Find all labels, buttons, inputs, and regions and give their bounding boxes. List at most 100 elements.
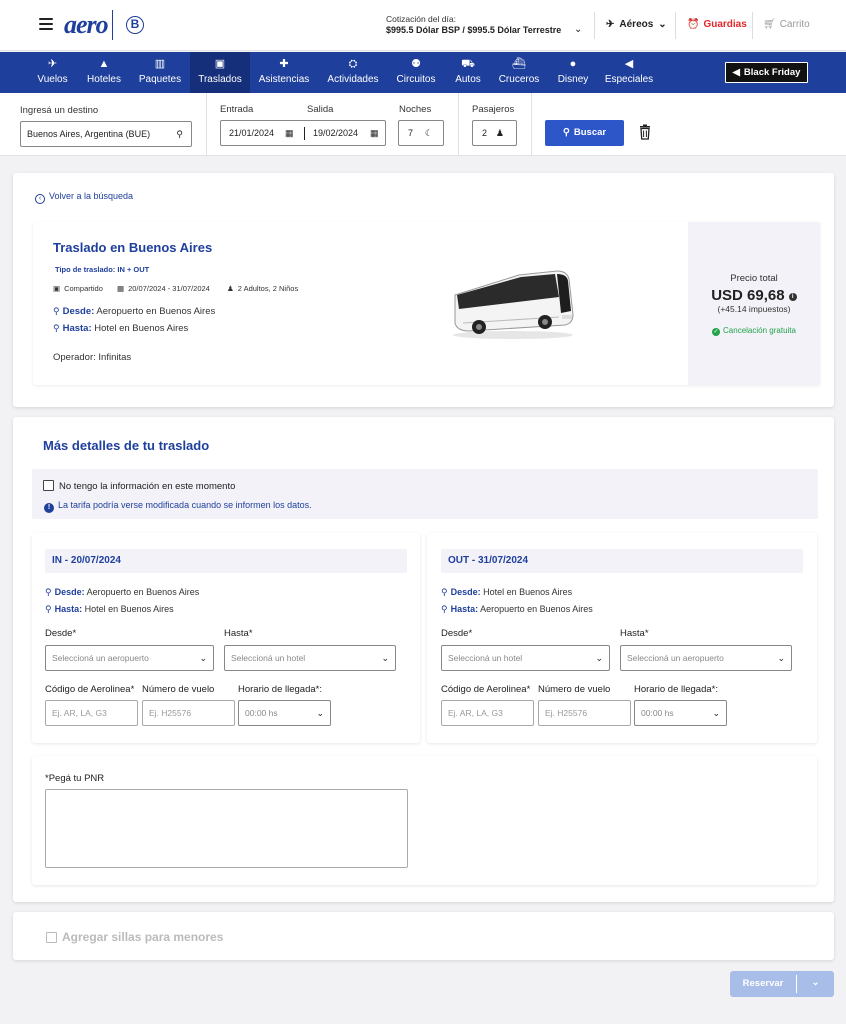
header-divider xyxy=(675,12,676,39)
leg-out-vuelo-input[interactable]: Ej. H25576 xyxy=(538,700,631,726)
guardias-button[interactable]: ⏰ Guardias xyxy=(687,19,747,30)
cotizacion-value: $995.5 Dólar BSP / $995.5 Dólar Terrestr… xyxy=(386,25,562,35)
megaphone-icon: ◀ xyxy=(732,67,740,78)
bus-image xyxy=(453,270,574,339)
nav-disney[interactable]: ● Disney xyxy=(553,52,593,93)
chevron-down-icon: ⌄ xyxy=(658,19,667,30)
mouse-icon: ● xyxy=(569,58,577,70)
leg-out-horario-label: Horario de llegada*: xyxy=(634,684,718,695)
arrow-left-circle-icon: ‹ xyxy=(35,194,45,204)
leg-out-desde: ⚲ Desde: Hotel en Buenos Aires xyxy=(441,587,573,597)
location-pin-icon: ⚲ xyxy=(441,587,448,597)
nav-cruceros[interactable]: ⛴ Cruceros xyxy=(495,52,543,93)
people-icon: ♟ xyxy=(227,284,234,293)
leg-in-desde-select[interactable]: Seleccioná un aeropuerto ⌄ xyxy=(45,645,214,671)
leg-in-vuelo-input[interactable]: Ej. H25576 xyxy=(142,700,235,726)
leg-out-hasta: ⚲ Hasta: Aeropuerto en Buenos Aires xyxy=(441,604,593,614)
leg-in-hasta-field-label: Hasta* xyxy=(224,628,253,639)
route-desde: ⚲ Desde: Aeropuerto en Buenos Aires xyxy=(53,306,216,317)
pasajeros-input[interactable]: 2 ♟ xyxy=(472,120,517,146)
chevron-down-icon: ⌄ xyxy=(712,708,720,718)
chevron-down-icon: ⌄ xyxy=(199,653,207,663)
cotizacion-chevron-down-icon[interactable]: ⌄ xyxy=(574,24,582,35)
bus-icon: ▣ xyxy=(214,58,226,70)
leg-out-hasta-select[interactable]: Seleccioná un aeropuerto ⌄ xyxy=(620,645,792,671)
aero-logo[interactable]: aero xyxy=(64,10,109,40)
checkbox[interactable] xyxy=(43,480,54,491)
leg-out-desde-field-label: Desde* xyxy=(441,628,473,639)
modalidad-info: ▣ Compartido xyxy=(53,284,103,293)
nav-paquetes[interactable]: ▥ Paquetes xyxy=(134,52,186,93)
carrito-button[interactable]: 🛒︎ Carrito xyxy=(763,19,810,30)
noches-input[interactable]: 7 ☾ xyxy=(398,120,444,146)
megaphone-icon: ◀ xyxy=(624,58,634,70)
nav-asistencias[interactable]: ✚ Asistencias xyxy=(254,52,314,93)
nav-especiales[interactable]: ◀ Especiales xyxy=(602,52,656,93)
no-info-checkbox[interactable]: No tengo la información en este momento xyxy=(43,480,235,492)
leg-in-aerolinea-label: Código de Aerolinea* xyxy=(45,684,135,695)
black-friday-button[interactable]: ◀ Black Friday xyxy=(725,62,808,83)
back-to-search-link[interactable]: ‹ Volver a la búsqueda xyxy=(35,191,133,204)
leg-head-in: IN - 20/07/2024 xyxy=(45,549,407,573)
leg-in-desde-field-label: Desde* xyxy=(45,628,77,639)
location-pin-icon: ⚲ xyxy=(176,129,183,139)
location-pin-icon: ⚲ xyxy=(45,604,52,614)
search-icon: ⚲ xyxy=(562,127,570,138)
check-circle-icon: ✓ xyxy=(712,328,721,336)
pnr-label: *Pegá tu PNR xyxy=(45,773,105,784)
ship-icon: ⛴ xyxy=(512,58,526,70)
date-range-input[interactable]: 21/01/2024 ▦ 19/02/2024 ▦ xyxy=(220,120,386,146)
transfer-title: Traslado en Buenos Aires xyxy=(53,240,213,255)
location-pin-icon: ⚲ xyxy=(53,323,60,333)
calendar-icon: ▦ xyxy=(370,128,379,138)
leg-in-horario-select[interactable]: 00:00 hs ⌄ xyxy=(238,700,331,726)
destino-input[interactable]: Buenos Aires, Argentina (BUE) ⚲ xyxy=(20,121,192,147)
nav-autos[interactable]: ⛟ Autos xyxy=(450,52,486,93)
salida-value[interactable]: 19/02/2024 xyxy=(313,121,358,145)
nav-actividades[interactable]: ⛭ Actividades xyxy=(323,52,383,93)
pnr-textarea[interactable] xyxy=(45,789,408,868)
bus-icon: ▣ xyxy=(53,284,61,293)
precio-total-value: USD 69,68 i xyxy=(688,287,820,304)
impuestos-value: (+45.14 impuestos) xyxy=(717,304,791,314)
chevron-down-icon[interactable]: ⌄ xyxy=(797,971,834,997)
info-icon[interactable]: i xyxy=(788,293,797,301)
cotizacion-label: Cotización del día: xyxy=(386,14,456,24)
transfer-type: Tipo de traslado: IN + OUT xyxy=(55,265,150,274)
leg-out-aerolinea-input[interactable]: Ej. AR, LA, G3 xyxy=(441,700,534,726)
trash-icon[interactable] xyxy=(639,124,651,140)
leg-in-hasta: ⚲ Hasta: Hotel en Buenos Aires xyxy=(45,604,174,614)
leg-out-horario-select[interactable]: 00:00 hs ⌄ xyxy=(634,700,727,726)
header-divider xyxy=(752,12,753,39)
leg-out-hasta-field-label: Hasta* xyxy=(620,628,649,639)
sillas-checkbox[interactable]: Agregar sillas para menores xyxy=(46,930,223,944)
circuit-icon: ⚉ xyxy=(411,58,421,70)
date-divider xyxy=(304,127,305,140)
leg-out-desde-select[interactable]: Seleccioná un hotel ⌄ xyxy=(441,645,610,671)
checkbox[interactable] xyxy=(46,932,57,943)
plane-icon: ✈ xyxy=(47,58,58,70)
chevron-down-icon: ⌄ xyxy=(316,708,324,718)
nav-circuitos[interactable]: ⚉ Circuitos xyxy=(391,52,441,93)
buscar-button[interactable]: ⚲ Buscar xyxy=(545,120,624,146)
leg-in-aerolinea-input[interactable]: Ej. AR, LA, G3 xyxy=(45,700,138,726)
aereos-dropdown[interactable]: ✈ Aéreos ⌄ xyxy=(606,19,667,30)
nav-traslados[interactable]: ▣ Traslados xyxy=(190,52,250,93)
precio-total-label: Precio total xyxy=(730,273,778,284)
location-pin-icon: ⚲ xyxy=(45,587,52,597)
nav-vuelos[interactable]: ✈ Vuelos xyxy=(30,52,75,93)
activity-icon: ⛭ xyxy=(348,58,358,70)
car-icon: ⛟ xyxy=(461,58,475,70)
brand-badge-icon: B xyxy=(124,10,146,40)
plane-icon: ✈ xyxy=(606,19,615,30)
leg-in-horario-label: Horario de llegada*: xyxy=(238,684,322,695)
noches-label: Noches xyxy=(399,104,432,115)
chevron-down-icon: ⌄ xyxy=(381,653,389,663)
pasajeros-label: Pasajeros xyxy=(472,104,515,115)
logo-divider xyxy=(112,10,113,40)
reservar-button[interactable]: Reservar ⌄ xyxy=(730,971,834,997)
leg-in-hasta-select[interactable]: Seleccioná un hotel ⌄ xyxy=(224,645,396,671)
entrada-value[interactable]: 21/01/2024 xyxy=(229,121,274,145)
hamburger-menu-icon[interactable] xyxy=(39,18,53,30)
nav-hoteles[interactable]: ▲ Hoteles xyxy=(80,52,128,93)
